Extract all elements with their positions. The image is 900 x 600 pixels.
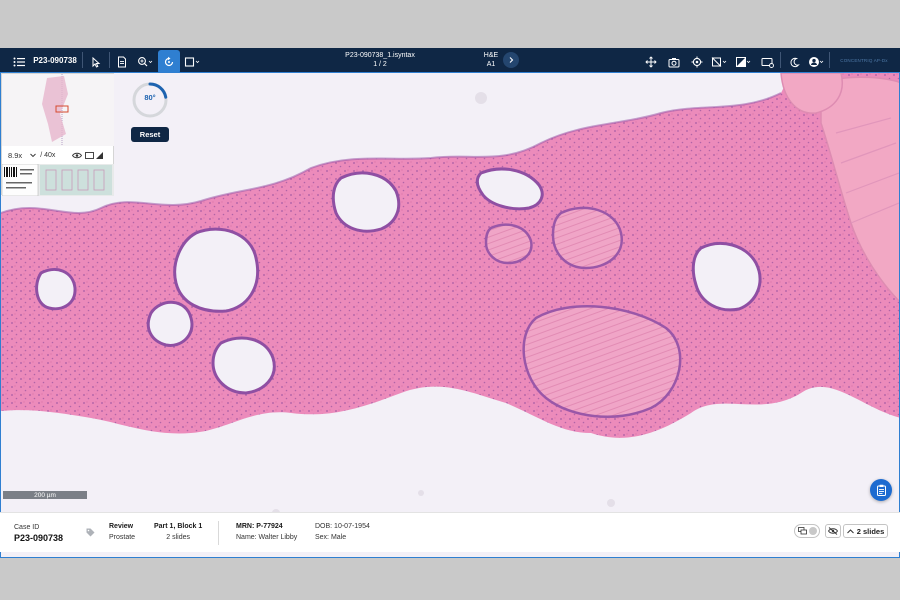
chevron-up-icon — [846, 528, 854, 533]
overview-thumbnail[interactable] — [2, 74, 114, 146]
brand-text: CONCENTRIQ AP-Dx — [840, 57, 888, 63]
snapshot-icon[interactable] — [663, 50, 685, 74]
zoom-max: / 40x — [40, 151, 56, 159]
pan-icon[interactable] — [640, 50, 662, 74]
eye-icon[interactable] — [72, 152, 83, 159]
frame-icon[interactable] — [85, 151, 95, 159]
zoom-icon[interactable] — [134, 50, 156, 74]
block-info: Part 1, Block 1 2 slides — [154, 521, 202, 543]
patient-sex: Sex: Male — [315, 534, 347, 541]
eye-off-icon — [828, 527, 838, 535]
tissue-image[interactable] — [1, 73, 900, 558]
specimen-type: Prostate — [109, 534, 136, 541]
hide-button[interactable] — [825, 524, 841, 538]
user-icon[interactable] — [805, 50, 827, 74]
app-window: P23-090738 P23-090738_1.isyntax 1 / 2 H&… — [0, 48, 900, 558]
target-icon[interactable] — [686, 50, 708, 74]
top-toolbar: P23-090738 P23-090738_1.isyntax 1 / 2 H&… — [0, 48, 900, 74]
zoom-dropdown-icon[interactable] — [30, 153, 37, 158]
part-block: Part 1, Block 1 — [154, 523, 203, 530]
status-block: Review Prostate — [109, 521, 135, 543]
patient-ids: MRN: P-77924 Name: Walter Libby — [236, 521, 297, 543]
block-label: A1 — [486, 61, 496, 68]
brand-logo: CONCENTRIQ AP-Dx — [832, 48, 896, 72]
notes-button[interactable] — [870, 479, 892, 501]
slide-viewer[interactable]: 8.9x / 40x 80° Reset 200 µm — [0, 72, 900, 558]
scale-bar: 200 µm — [3, 491, 87, 499]
comments-toggle[interactable] — [794, 524, 820, 538]
moon-icon[interactable] — [783, 50, 805, 74]
patient-demographics: DOB: 10-07-1954 Sex: Male — [315, 521, 370, 543]
case-id-block: Case ID P23-090738 — [14, 522, 63, 544]
comments-icon — [798, 527, 807, 535]
toolbar-case-id: P23-090738 — [33, 55, 77, 65]
collapse-icon[interactable] — [96, 151, 104, 159]
slide-label-strip — [1, 163, 114, 197]
patient-name: Name: Walter Libby — [236, 534, 298, 541]
clipboard-icon — [876, 484, 886, 496]
case-id-label: Case ID — [14, 524, 40, 531]
rotation-value: 80° — [144, 93, 156, 102]
overview-controls: 8.9x / 40x — [2, 148, 114, 162]
patient-dob: DOB: 10-07-1954 — [315, 523, 370, 530]
screen-icon[interactable] — [756, 50, 778, 74]
reset-rotation-button[interactable]: Reset — [131, 127, 169, 142]
pointer-icon[interactable] — [85, 50, 107, 74]
stain-info: H&E A1 — [478, 48, 504, 72]
overview-panel: 8.9x / 40x — [1, 73, 114, 197]
zoom-current[interactable]: 8.9x — [8, 151, 22, 160]
tag-icon[interactable] — [86, 528, 95, 537]
case-footer: Case ID P23-090738 Review Prostate Part … — [0, 512, 900, 552]
image-adjust-icon[interactable] — [732, 50, 754, 74]
slides-toggle-button[interactable]: 2 slides — [843, 524, 888, 538]
file-name: P23-090738_1.isyntax — [345, 52, 415, 59]
hide-annotations-icon[interactable] — [708, 50, 730, 74]
slides-toggle-label: 2 slides — [856, 526, 885, 536]
case-status: Review — [109, 523, 134, 530]
rotate-icon[interactable] — [158, 50, 180, 74]
menu-icon[interactable] — [8, 50, 30, 74]
slide-info-icon[interactable] — [111, 50, 133, 74]
square-icon[interactable] — [182, 50, 202, 74]
patient-mrn: MRN: P-77924 — [236, 523, 283, 530]
next-slide-button[interactable] — [503, 52, 519, 68]
footer-case-id: P23-090738 — [14, 533, 64, 543]
page-indicator: 1 / 2 — [373, 61, 387, 68]
slide-count: 2 slides — [166, 534, 190, 541]
file-info: P23-090738_1.isyntax 1 / 2 — [330, 48, 430, 72]
stain-label: H&E — [483, 52, 499, 59]
